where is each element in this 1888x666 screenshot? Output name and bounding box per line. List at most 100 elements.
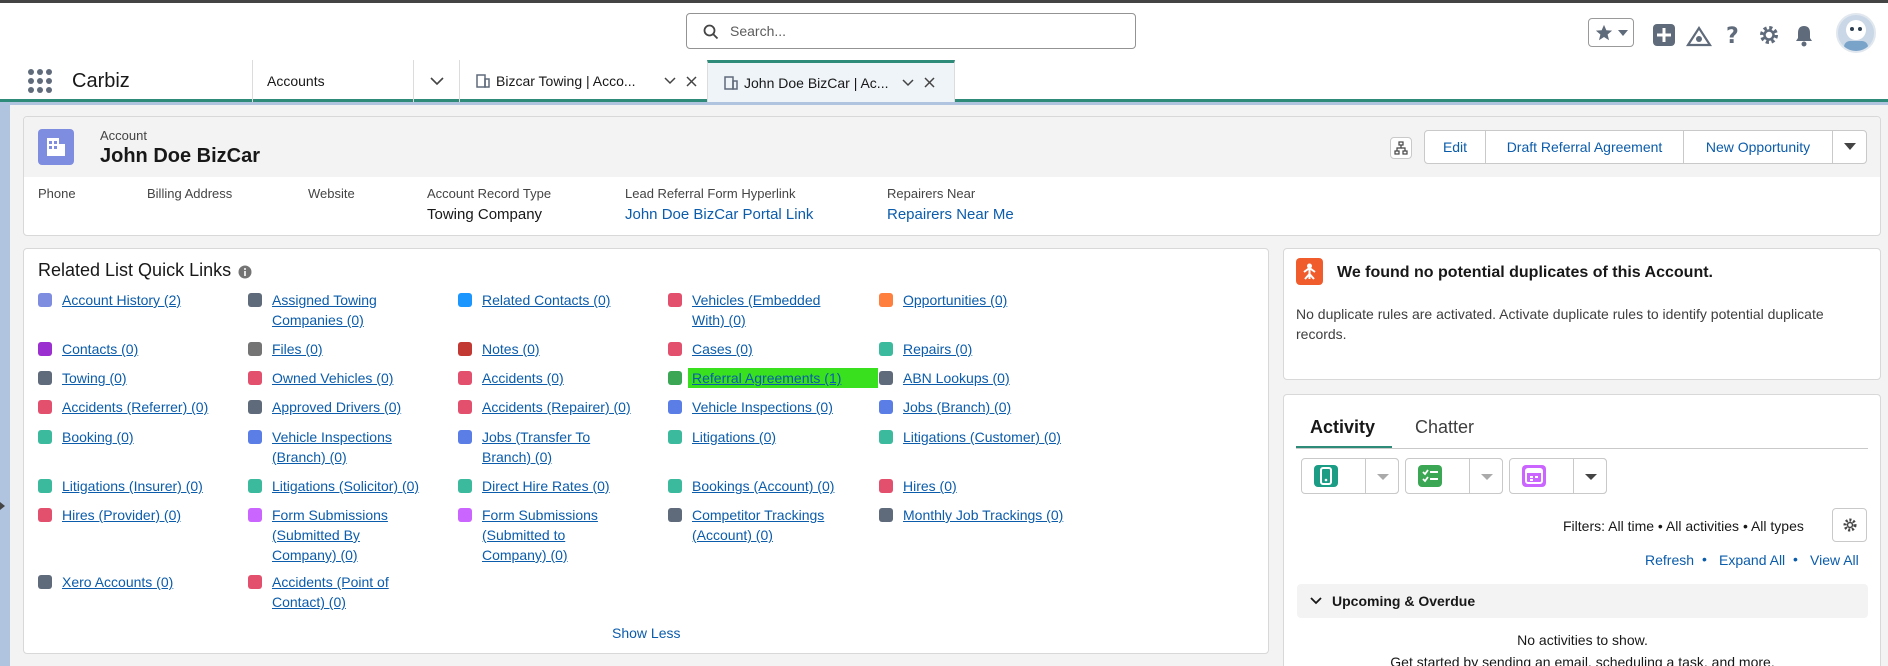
refresh-link[interactable]: Refresh [1645, 552, 1694, 568]
more-actions-button[interactable] [1832, 130, 1867, 164]
nav-object-menu-button[interactable] [413, 60, 459, 102]
related-list-link[interactable]: Assigned Towing Companies (0) [272, 290, 422, 330]
chevron-down-icon [429, 76, 444, 85]
related-list-icon [38, 575, 52, 589]
related-list-icon [879, 508, 893, 522]
related-list-link[interactable]: Monthly Job Trackings (0) [903, 505, 1103, 525]
related-list-link[interactable]: Litigations (Insurer) (0) [62, 476, 212, 496]
related-list-link[interactable]: Accidents (Point of Contact) (0) [272, 572, 422, 612]
related-list-link[interactable]: Related Contacts (0) [482, 290, 632, 310]
chevron-down-icon[interactable] [664, 77, 676, 85]
help-icon[interactable]: ? [1722, 20, 1744, 50]
collapse-handle-icon[interactable] [0, 502, 5, 510]
related-list-link[interactable]: Accidents (Referrer) (0) [62, 397, 212, 417]
related-list-icon [248, 479, 262, 493]
account-object-icon [38, 129, 74, 165]
related-list-link[interactable]: Form Submissions (Submitted By Company) … [272, 505, 422, 565]
related-list-link[interactable]: Jobs (Transfer To Branch) (0) [482, 427, 632, 467]
related-list-icon [38, 293, 52, 307]
workspace-tab-bizcar-towing[interactable]: Bizcar Towing | Acco... [459, 60, 707, 102]
field-value-record-type: Towing Company [427, 206, 543, 223]
related-list-link[interactable]: Vehicles (Embedded With) (0) [692, 290, 842, 330]
field-label-record-type: Account Record Type [427, 186, 552, 201]
related-list-icon [879, 371, 893, 385]
tab-chatter[interactable]: Chatter [1415, 417, 1474, 438]
new-task-menu-button[interactable] [1469, 458, 1503, 494]
app-launcher-icon[interactable] [28, 69, 52, 93]
log-call-icon [1314, 465, 1338, 487]
related-list-icon [38, 479, 52, 493]
follow-hierarchy-button[interactable] [1390, 137, 1412, 159]
related-list-icon [248, 371, 262, 385]
related-list-link[interactable]: Litigations (Customer) (0) [903, 427, 1103, 447]
duplicate-body: No duplicate rules are activated. Activa… [1296, 306, 1824, 342]
related-list-title: Related List Quick Links [38, 260, 232, 280]
related-list-link[interactable]: Direct Hire Rates (0) [482, 476, 632, 496]
new-opportunity-button[interactable]: New Opportunity [1683, 130, 1833, 164]
related-list-link[interactable]: Opportunities (0) [903, 290, 1103, 310]
record-object-label: Account [100, 128, 147, 143]
related-list-link[interactable]: Account History (2) [62, 290, 212, 310]
favorites-button[interactable] [1588, 18, 1634, 47]
related-list-link[interactable]: Vehicle Inspections (Branch) (0) [272, 427, 422, 467]
edit-button[interactable]: Edit [1424, 130, 1486, 164]
user-avatar[interactable] [1836, 13, 1876, 53]
related-list-link[interactable]: Hires (0) [903, 476, 1103, 496]
trailhead-icon[interactable] [1686, 21, 1712, 51]
upcoming-overdue-section[interactable]: Upcoming & Overdue [1297, 584, 1868, 618]
related-list-icon [668, 430, 682, 444]
related-list-link[interactable]: Accidents (Repairer) (0) [482, 397, 632, 417]
activity-filters-text: Filters: All time • All activities • All… [1563, 518, 1804, 534]
log-call-menu-button[interactable] [1365, 458, 1399, 494]
related-list-link[interactable]: ABN Lookups (0) [903, 368, 1103, 388]
related-list-link[interactable]: Bookings (Account) (0) [692, 476, 842, 496]
related-list-icon [879, 342, 893, 356]
favorites-star-icon [1595, 24, 1613, 41]
field-link-portal[interactable]: John Doe BizCar Portal Link [625, 206, 813, 223]
global-search-input[interactable]: Search... [686, 13, 1136, 49]
app-name: Carbiz [72, 70, 130, 92]
tab-activity[interactable]: Activity [1310, 417, 1375, 438]
related-list-link[interactable]: Owned Vehicles (0) [272, 368, 422, 388]
related-list-link[interactable]: Referral Agreements (1) [688, 368, 878, 388]
related-list-link[interactable]: Towing (0) [62, 368, 212, 388]
field-link-repairers[interactable]: Repairers Near Me [887, 206, 1014, 223]
related-list-link[interactable]: Notes (0) [482, 339, 632, 359]
new-event-icon [1522, 465, 1546, 487]
related-list-link[interactable]: Cases (0) [692, 339, 842, 359]
related-list-icon [38, 371, 52, 385]
related-list-link[interactable]: Vehicle Inspections (0) [692, 397, 842, 417]
related-list-link[interactable]: Hires (Provider) (0) [62, 505, 212, 525]
related-list-link[interactable]: Jobs (Branch) (0) [903, 397, 1103, 417]
show-less-link[interactable]: Show Less [612, 625, 680, 641]
related-list-link[interactable]: Litigations (Solicitor) (0) [272, 476, 422, 496]
close-icon[interactable] [686, 75, 697, 87]
related-list-link[interactable]: Xero Accounts (0) [62, 572, 212, 592]
draft-referral-agreement-button[interactable]: Draft Referral Agreement [1485, 130, 1684, 164]
info-icon[interactable] [238, 265, 252, 279]
related-list-link[interactable]: Litigations (0) [692, 427, 842, 447]
activity-tabs-divider [1296, 448, 1868, 449]
view-all-link[interactable]: View All [1810, 552, 1859, 568]
related-list-icon [38, 508, 52, 522]
dot-separator: • [1702, 551, 1707, 567]
related-list-link[interactable]: Competitor Trackings (Account) (0) [692, 505, 842, 545]
related-list-link[interactable]: Form Submissions (Submitted to Company) … [482, 505, 632, 565]
related-list-link[interactable]: Repairs (0) [903, 339, 1103, 359]
related-list-link[interactable]: Booking (0) [62, 427, 212, 447]
related-list-link[interactable]: Accidents (0) [482, 368, 632, 388]
expand-all-link[interactable]: Expand All [1719, 552, 1785, 568]
related-list-link[interactable]: Files (0) [272, 339, 422, 359]
workspace-tab-john-doe-bizcar[interactable]: John Doe BizCar | Ac... [707, 60, 955, 102]
chevron-down-icon[interactable] [902, 78, 914, 87]
nav-object-label: Accounts [267, 73, 325, 89]
related-list-link[interactable]: Approved Drivers (0) [272, 397, 422, 417]
notifications-bell-icon[interactable] [1793, 20, 1815, 50]
activity-settings-button[interactable] [1832, 508, 1867, 542]
close-icon[interactable] [924, 77, 935, 88]
new-event-menu-button[interactable] [1573, 458, 1607, 494]
setup-gear-icon[interactable] [1757, 20, 1781, 50]
nav-object-accounts[interactable]: Accounts [252, 60, 413, 102]
related-list-link[interactable]: Contacts (0) [62, 339, 212, 359]
add-icon[interactable] [1652, 20, 1676, 50]
